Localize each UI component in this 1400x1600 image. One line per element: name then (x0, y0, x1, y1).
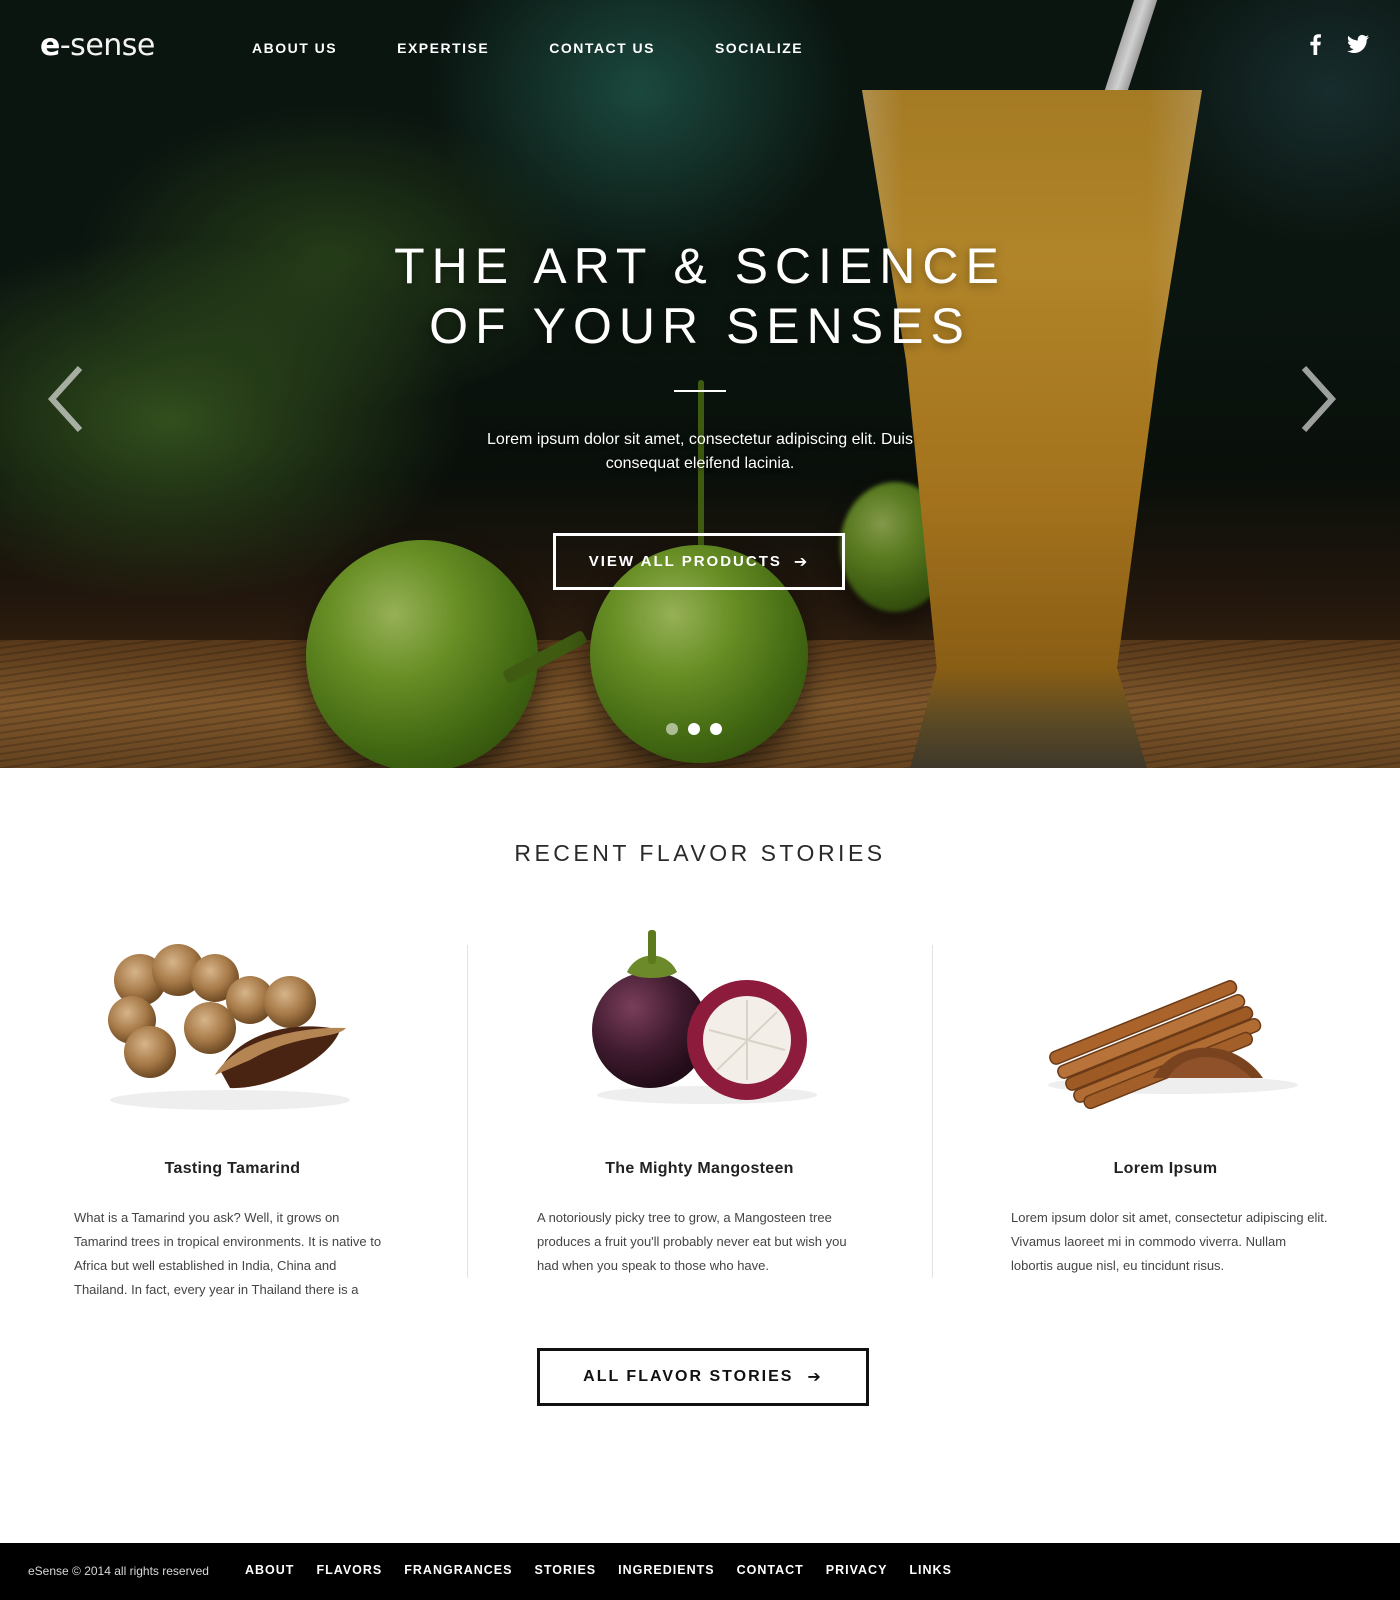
footer-link-stories[interactable]: STORIES (534, 1563, 596, 1577)
view-all-products-label: VIEW ALL PRODUCTS (588, 553, 782, 570)
story-card-tamarind[interactable]: Tasting Tamarind What is a Tamarind you … (0, 920, 465, 1300)
story-card-mangosteen[interactable]: The Mighty Mangosteen A notoriously pick… (467, 920, 932, 1300)
social-links (1304, 32, 1370, 56)
tamarind-image (108, 944, 350, 1110)
story-title: Lorem Ipsum (1113, 1160, 1218, 1177)
facebook-icon[interactable] (1304, 32, 1328, 56)
site-footer: eSense © 2014 all rights reserved ABOUT … (0, 1543, 1400, 1600)
story-excerpt: A notoriously picky tree to grow, a Mang… (537, 1210, 847, 1273)
main-nav: ABOUT US EXPERTISE CONTACT US SOCIALIZE (252, 38, 863, 58)
hero-slider: e-sense ABOUT US EXPERTISE CONTACT US SO… (0, 0, 1400, 768)
all-flavor-stories-label: ALL FLAVOR STORIES (583, 1368, 794, 1385)
footer-link-links[interactable]: LINKS (909, 1563, 952, 1577)
hero-title-line-2: OF YOUR SENSES (429, 298, 971, 354)
twitter-icon[interactable] (1346, 32, 1370, 56)
all-flavor-stories-button[interactable]: ALL FLAVOR STORIES ➔ (537, 1348, 869, 1406)
nav-contact-us[interactable]: CONTACT US (549, 38, 655, 58)
mangosteen-image (592, 930, 817, 1104)
nav-expertise[interactable]: EXPERTISE (397, 38, 489, 58)
copyright-text: eSense © 2014 all rights reserved (28, 1564, 209, 1578)
view-all-products-button[interactable]: VIEW ALL PRODUCTS ➔ (553, 533, 845, 590)
hero-title-line-1: THE ART & SCIENCE (394, 238, 1006, 294)
slider-dot-3[interactable] (710, 723, 722, 735)
slider-prev-chevron-icon[interactable] (46, 364, 86, 434)
recent-flavor-stories-heading: RECENT FLAVOR STORIES (514, 840, 886, 866)
site-logo[interactable]: e-sense (40, 28, 155, 64)
footer-link-about[interactable]: ABOUT (245, 1563, 294, 1577)
hero-divider (674, 390, 726, 392)
cinnamon-image (1048, 980, 1298, 1110)
arrow-right-icon: ➔ (807, 1367, 823, 1386)
nav-about-us[interactable]: ABOUT US (252, 38, 337, 58)
story-excerpt: What is a Tamarind you ask? Well, it gro… (74, 1210, 382, 1297)
story-excerpt: Lorem ipsum dolor sit amet, consectetur … (1011, 1210, 1328, 1273)
hero-overlay (0, 0, 1400, 768)
footer-link-flavors[interactable]: FLAVORS (316, 1563, 382, 1577)
nav-socialize[interactable]: SOCIALIZE (715, 38, 803, 58)
logo-mark: e (40, 28, 60, 63)
slider-pagination (666, 723, 722, 735)
story-title: Tasting Tamarind (164, 1160, 301, 1177)
footer-link-privacy[interactable]: PRIVACY (826, 1563, 888, 1577)
story-card-lorem-ipsum[interactable]: Lorem Ipsum Lorem ipsum dolor sit amet, … (933, 920, 1398, 1300)
story-title: The Mighty Mangosteen (605, 1160, 794, 1177)
slider-dot-1[interactable] (666, 723, 678, 735)
slider-next-chevron-icon[interactable] (1298, 364, 1338, 434)
logo-wordmark: -sense (59, 28, 156, 63)
footer-nav: ABOUT FLAVORS FRANGRANCES STORIES INGRED… (245, 1563, 974, 1577)
hero-title: THE ART & SCIENCE OF YOUR SENSES (300, 236, 1100, 356)
arrow-right-icon: ➔ (793, 551, 810, 571)
hero-subtitle: Lorem ipsum dolor sit amet, consectetur … (487, 431, 913, 472)
slider-dot-2[interactable] (688, 723, 700, 735)
footer-link-contact[interactable]: CONTACT (737, 1563, 804, 1577)
footer-link-ingredients[interactable]: INGREDIENTS (618, 1563, 714, 1577)
footer-link-fragrances[interactable]: FRANGRANCES (404, 1563, 512, 1577)
